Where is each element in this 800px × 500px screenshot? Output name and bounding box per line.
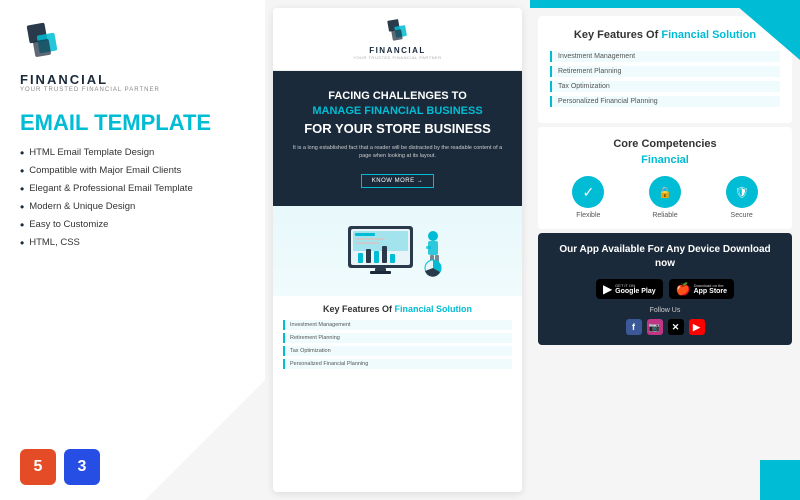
rp-key-features: Key Features Of Financial Solution Inves… xyxy=(538,16,792,123)
ep-hero-title: FACING CHALLENGES TO MANAGE FINANCIAL BU… xyxy=(287,89,508,138)
rp-key-features-title: Key Features Of Financial Solution xyxy=(550,28,780,43)
logo-icon xyxy=(20,20,68,68)
rp-comp-secure: 🛡 Secure xyxy=(726,176,758,219)
reliable-label: Reliable xyxy=(652,212,677,219)
logo-area: FINANCIAL YOUR TRUSTED FINANCIAL PARTNER xyxy=(20,20,245,93)
rp-comp-flexible: ✓ Flexible xyxy=(572,176,604,219)
ep-hero-desc: It is a long established fact that a rea… xyxy=(287,144,508,161)
ep-features-title: Key Features Of Financial Solution xyxy=(283,304,512,314)
youtube-icon[interactable]: ▶ xyxy=(689,319,705,335)
apple-icon: 🍎 xyxy=(676,282,691,296)
teal-bottom-decoration xyxy=(760,460,800,500)
app-store-text: Download on the App Store xyxy=(694,283,727,295)
logo-text: FINANCIAL xyxy=(20,72,108,87)
list-item: Elegant & Professional Email Template xyxy=(20,183,245,195)
ep-logo-icon xyxy=(384,18,412,46)
left-panel: FINANCIAL YOUR TRUSTED FINANCIAL PARTNER… xyxy=(0,0,265,500)
email-preview: FINANCIAL YOUR TRUSTED FINANCIAL PARTNER… xyxy=(273,8,522,492)
middle-panel: FINANCIAL YOUR TRUSTED FINANCIAL PARTNER… xyxy=(265,0,530,500)
ep-image-section xyxy=(273,206,522,296)
css3-badge: 3 xyxy=(64,449,100,485)
google-play-button[interactable]: ▶ GET IT ON Google Play xyxy=(596,279,663,299)
rp-app-stores: ▶ GET IT ON Google Play 🍎 Download on th… xyxy=(596,279,734,299)
html5-badge: 5 xyxy=(20,449,56,485)
list-item: HTML, CSS xyxy=(20,237,245,249)
right-panel: Key Features Of Financial Solution Inves… xyxy=(530,0,800,500)
rp-core: Core Competencies Financial ✓ Flexible 🔒… xyxy=(538,127,792,229)
instagram-icon[interactable]: 📷 xyxy=(647,319,663,335)
ep-hero-btn[interactable]: KNOW MORE → xyxy=(361,174,435,188)
ep-feature-item: Investment Management xyxy=(283,320,512,330)
rp-feature-item: Retirement Planning xyxy=(550,66,780,77)
rp-feature-item: Tax Optimization xyxy=(550,81,780,92)
list-item: Compatible with Major Email Clients xyxy=(20,165,245,177)
ep-feature-item: Personalized Financial Planning xyxy=(283,359,512,369)
tech-badges: 5 3 xyxy=(20,449,245,485)
rp-competencies: ✓ Flexible 🔒 Reliable 🛡 Secure xyxy=(550,176,780,219)
google-play-text: GET IT ON Google Play xyxy=(615,283,655,295)
rp-app-title: Our App Available For Any Device Downloa… xyxy=(550,243,780,271)
rp-social: f 📷 ✕ ▶ xyxy=(626,319,705,335)
rp-feature-item: Personalized Financial Planning xyxy=(550,96,780,107)
google-play-icon: ▶ xyxy=(603,282,612,296)
list-item: Easy to Customize xyxy=(20,219,245,231)
flexible-icon: ✓ xyxy=(572,176,604,208)
flexible-label: Flexible xyxy=(576,212,600,219)
ep-logo-text: FINANCIAL xyxy=(369,46,426,55)
list-item: Modern & Unique Design xyxy=(20,201,245,213)
ep-logo-sub: YOUR TRUSTED FINANCIAL PARTNER xyxy=(353,55,441,60)
facebook-icon[interactable]: f xyxy=(626,319,642,335)
twitter-icon[interactable]: ✕ xyxy=(668,319,684,335)
reliable-icon: 🔒 xyxy=(649,176,681,208)
ep-feature-item: Retirement Planning xyxy=(283,333,512,343)
rp-follow-label: Follow Us xyxy=(650,307,681,314)
ep-hero: FACING CHALLENGES TO MANAGE FINANCIAL BU… xyxy=(273,71,522,206)
secure-label: Secure xyxy=(731,212,753,219)
ep-features: Key Features Of Financial Solution Inves… xyxy=(273,296,522,380)
ep-header: FINANCIAL YOUR TRUSTED FINANCIAL PARTNER xyxy=(273,8,522,71)
rp-app: Our App Available For Any Device Downloa… xyxy=(538,233,792,345)
features-list: HTML Email Template Design Compatible wi… xyxy=(20,147,245,255)
list-item: HTML Email Template Design xyxy=(20,147,245,159)
page-wrapper: FINANCIAL YOUR TRUSTED FINANCIAL PARTNER… xyxy=(0,0,800,500)
rp-comp-reliable: 🔒 Reliable xyxy=(649,176,681,219)
secure-icon: 🛡 xyxy=(726,176,758,208)
rp-core-title: Core Competencies Financial xyxy=(550,137,780,168)
ep-illustration xyxy=(343,216,453,286)
app-store-button[interactable]: 🍎 Download on the App Store xyxy=(669,279,734,299)
ep-feature-item: Tax Optimization xyxy=(283,346,512,356)
rp-feature-item: Investment Management xyxy=(550,51,780,62)
logo-sub: YOUR TRUSTED FINANCIAL PARTNER xyxy=(20,87,160,93)
email-template-title: EMAIL TEMPLATE xyxy=(20,111,245,135)
